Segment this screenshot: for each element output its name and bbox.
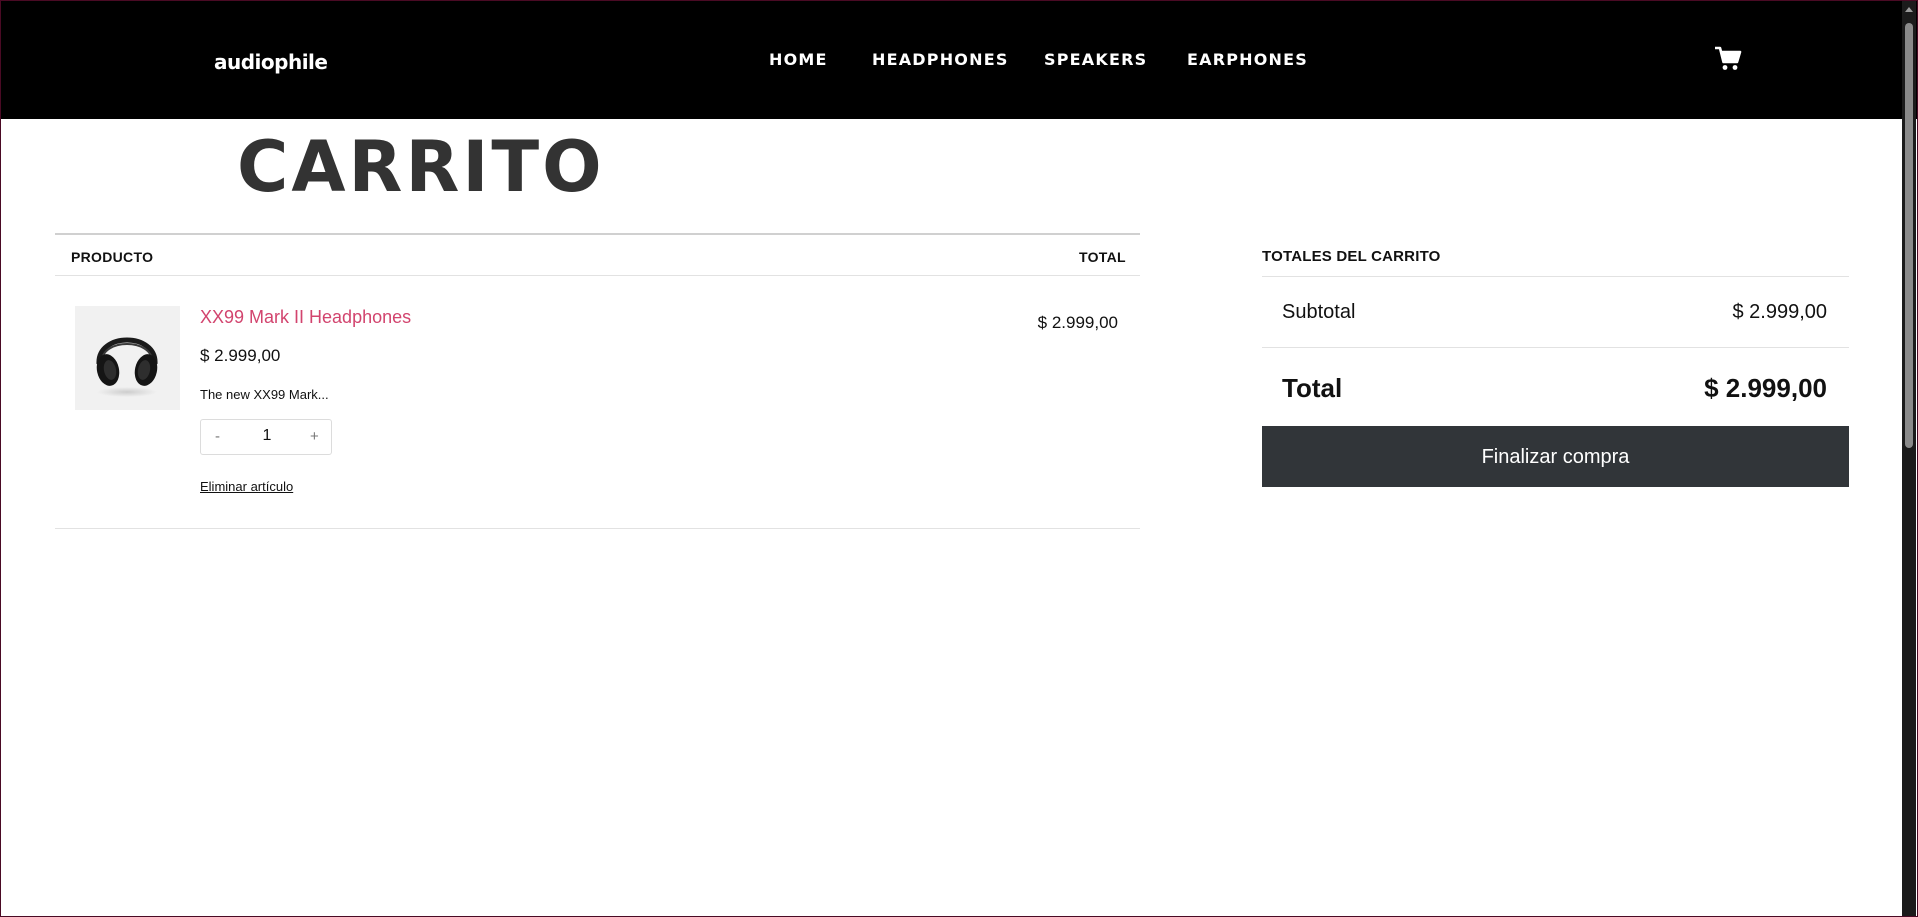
scrollbar-thumb[interactable]: [1905, 23, 1913, 448]
nav-earphones[interactable]: EARPHONES: [1187, 50, 1308, 69]
scroll-up-icon[interactable]: [1905, 7, 1913, 12]
main-nav: HOME HEADPHONES SPEAKERS EARPHONES: [1, 50, 1917, 74]
totals-divider-top: [1262, 276, 1849, 277]
site-header: audiophile HOME HEADPHONES SPEAKERS EARP…: [1, 1, 1917, 119]
row-divider: [55, 528, 1140, 529]
quantity-value[interactable]: 1: [257, 427, 277, 445]
increase-quantity-button[interactable]: +: [310, 428, 319, 445]
line-total: $ 2.999,00: [1037, 313, 1118, 332]
total-label: Total: [1282, 373, 1343, 403]
totals-title: TOTALES DEL CARRITO: [1262, 248, 1441, 265]
header-divider: [55, 275, 1140, 276]
nav-speakers[interactable]: SPEAKERS: [1044, 50, 1147, 69]
product-name-link[interactable]: XX99 Mark II Headphones: [200, 307, 411, 328]
nav-home[interactable]: HOME: [769, 50, 828, 69]
nav-headphones[interactable]: HEADPHONES: [872, 50, 1009, 69]
quantity-stepper: - 1 +: [200, 419, 332, 455]
product-price: $ 2.999,00: [200, 346, 281, 365]
scrollbar[interactable]: [1902, 1, 1916, 916]
total-value: $ 2.999,00: [1704, 373, 1827, 403]
table-top-divider: [55, 233, 1140, 235]
shopping-cart-icon[interactable]: [1714, 46, 1742, 72]
checkout-button[interactable]: Finalizar compra: [1262, 426, 1849, 487]
remove-item-link[interactable]: Eliminar artículo: [200, 479, 293, 494]
decrease-quantity-button[interactable]: -: [215, 428, 220, 445]
subtotal-label: Subtotal: [1282, 301, 1356, 323]
app-window: audiophile HOME HEADPHONES SPEAKERS EARP…: [0, 0, 1918, 917]
product-description: The new XX99 Mark...: [200, 387, 329, 402]
totals-divider-mid: [1262, 347, 1849, 348]
subtotal-value: $ 2.999,00: [1732, 301, 1827, 323]
column-header-product: PRODUCTO: [71, 249, 154, 265]
product-image[interactable]: [75, 306, 180, 410]
column-header-total: TOTAL: [1079, 249, 1126, 265]
page-title: CARRITO: [237, 126, 605, 208]
